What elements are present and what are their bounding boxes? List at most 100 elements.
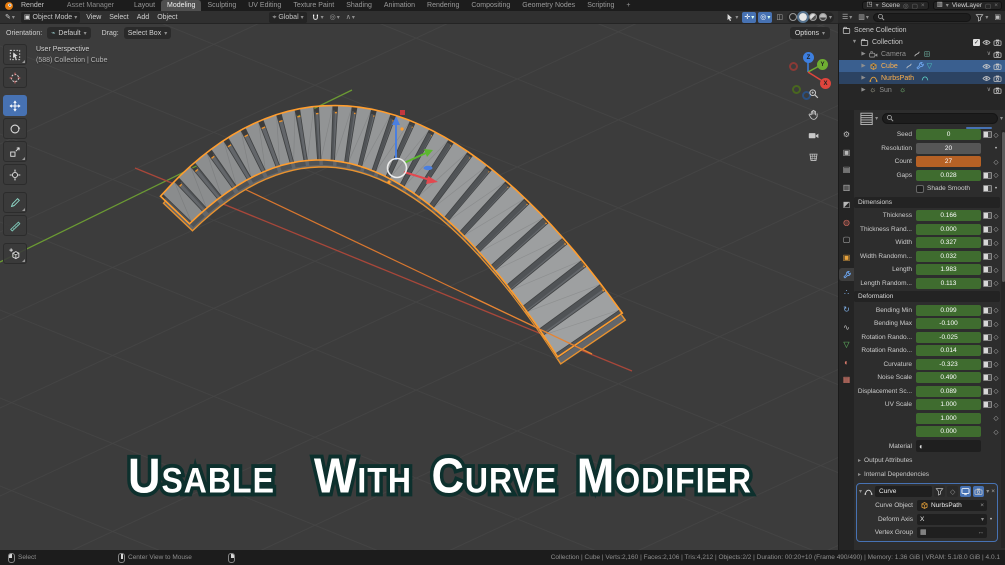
properties-tab-output[interactable]: ▤ <box>839 163 854 176</box>
properties-tab-tool[interactable]: ⚙ <box>839 128 854 141</box>
tool-rotate[interactable] <box>3 118 27 139</box>
properties-tab-material[interactable]: ◐ <box>839 356 854 369</box>
decorator-icon[interactable] <box>983 239 992 246</box>
viewport-menu-view[interactable]: View <box>82 14 105 21</box>
outliner-row-cube[interactable]: ▶Cube▽ <box>839 60 1005 72</box>
camera-toggle-button[interactable] <box>993 50 1002 59</box>
gizmo-axis-y[interactable]: Y <box>817 59 828 70</box>
outliner-row-scene-collection[interactable]: Scene Collection <box>839 24 1005 36</box>
zoom-icon[interactable] <box>808 88 819 99</box>
new-layer-icon[interactable]: ▢ <box>985 2 991 10</box>
eye-closed-button[interactable]: ∨ <box>987 51 991 57</box>
mode-selector[interactable]: ▣ Object Mode▾ <box>21 12 80 23</box>
tool-transform[interactable] <box>3 164 27 185</box>
material-shading-button[interactable] <box>809 13 817 21</box>
decorator-icon[interactable] <box>983 172 992 179</box>
modifier-close-icon[interactable]: × <box>991 488 995 495</box>
workspace-tab-geometry-nodes[interactable]: Geometry Nodes <box>516 0 581 11</box>
value-slider[interactable]: -0.100 <box>916 318 981 329</box>
outliner-row-camera[interactable]: ▶Camera∨ <box>839 48 1005 60</box>
shading-dropdown[interactable]: ▾ <box>829 14 832 21</box>
gizmo-axis-x[interactable]: X <box>820 78 831 89</box>
collection-checkbox[interactable]: ✓ <box>973 39 980 46</box>
wireframe-shading-button[interactable] <box>789 13 797 21</box>
tool-add-cube[interactable] <box>3 243 27 264</box>
menu-render[interactable]: Render <box>16 0 51 11</box>
orientation-dropdown[interactable]: ⌁ Default▾ <box>47 27 90 39</box>
value-slider[interactable]: 1.983 <box>916 264 981 275</box>
workspace-tab-scripting[interactable]: Scripting <box>581 0 620 11</box>
workspace-tab-layout[interactable]: Layout <box>128 0 161 11</box>
eye-closed-button[interactable]: ∨ <box>987 87 991 93</box>
eye-button[interactable] <box>982 62 991 71</box>
outliner-display-mode-button[interactable]: ▥▾ <box>856 12 871 23</box>
properties-filter-dropdown[interactable]: ▾ <box>1000 115 1003 122</box>
ortho-grid-icon[interactable] <box>808 151 819 162</box>
overlays-toggle[interactable]: ◎▾ <box>758 12 772 23</box>
workspace-tab-modeling[interactable]: Modeling <box>161 0 201 11</box>
navigation-gizmo[interactable]: ZYX <box>775 46 835 104</box>
properties-tab-texture[interactable]: ▦ <box>839 373 854 386</box>
decorator-icon[interactable] <box>983 307 992 314</box>
properties-search-input[interactable] <box>882 113 998 124</box>
workspace-tab-uv-editing[interactable]: UV Editing <box>242 0 287 11</box>
drag-dropdown[interactable]: Select Box▾ <box>124 27 171 39</box>
decorator-icon[interactable] <box>983 253 992 260</box>
modifier-expand-icon[interactable]: ▾ <box>859 488 862 495</box>
value-slider[interactable]: 0.000 <box>916 224 981 235</box>
workspace-tab-shading[interactable]: Shading <box>340 0 378 11</box>
properties-scrollbar[interactable] <box>1001 130 1005 548</box>
collapse-section[interactable]: ▸Output Attributes <box>854 455 1002 466</box>
viewport-menu-select[interactable]: Select <box>105 14 132 21</box>
modifier-cage-toggle[interactable]: ◇ <box>947 486 958 497</box>
properties-tab-world[interactable]: ◍ <box>839 216 854 229</box>
value-slider[interactable]: -0.025 <box>916 332 981 343</box>
decorator-icon[interactable] <box>983 334 992 341</box>
section-header[interactable]: Dimensions <box>854 197 1000 208</box>
viewport-3d[interactable]: Orientation: ⌁ Default▾ Drag: Select Box… <box>0 24 838 550</box>
viewport-menu-object[interactable]: Object <box>153 14 181 21</box>
properties-tab-constraints[interactable]: ∿ <box>839 321 854 334</box>
pin-icon[interactable]: ◎ <box>903 2 909 10</box>
expander-icon[interactable]: ▶ <box>860 51 867 57</box>
snap-toggle[interactable]: ▾ <box>309 12 326 23</box>
tool-measure[interactable] <box>3 215 27 236</box>
value-slider[interactable]: 27 <box>916 156 981 167</box>
camera-toggle-button[interactable] <box>993 86 1002 95</box>
camera-toggle-button[interactable] <box>993 74 1002 83</box>
gizmo-axis-neg[interactable] <box>789 62 798 71</box>
decorator-icon[interactable] <box>983 212 992 219</box>
modifier-name-field[interactable]: Curve <box>875 486 932 497</box>
value-slider[interactable]: 1.000 <box>916 413 981 424</box>
decorator-icon[interactable] <box>983 347 992 354</box>
properties-tab-object[interactable]: ▣ <box>839 251 854 264</box>
value-slider[interactable]: 0.089 <box>916 386 981 397</box>
value-slider[interactable]: 0 <box>916 129 981 140</box>
modifier-field-deform-axis[interactable]: X▾ <box>917 514 987 525</box>
tool-annotate[interactable] <box>3 192 27 213</box>
collapse-section[interactable]: ▸Internal Dependencies <box>854 469 1002 480</box>
value-slider[interactable]: 0.099 <box>916 305 981 316</box>
modifier-field-vertex-group[interactable]: ▦↔ <box>917 527 987 538</box>
properties-tab-particles[interactable]: ∴ <box>839 286 854 299</box>
decorator-icon[interactable] <box>983 361 992 368</box>
tool-scale[interactable] <box>3 141 27 162</box>
proportional-edit-toggle[interactable]: ◎▾ <box>328 12 342 23</box>
decorator-icon[interactable] <box>983 401 992 408</box>
workspace-tab-animation[interactable]: Animation <box>378 0 421 11</box>
outliner-editor-type-button[interactable]: ☰▾ <box>840 12 854 23</box>
eye-button[interactable] <box>982 74 991 83</box>
value-slider[interactable]: -0.323 <box>916 359 981 370</box>
value-slider[interactable]: 0.490 <box>916 372 981 383</box>
value-slider[interactable]: 20 <box>916 143 981 154</box>
value-slider[interactable]: 0.028 <box>916 170 981 181</box>
modifier-field-curve-object[interactable]: NurbsPath× <box>917 500 987 511</box>
transform-orientation[interactable]: ⌖ Global▾ <box>269 12 306 23</box>
editor-type-button[interactable]: ✎▾ <box>3 12 17 23</box>
gizmo-axis-neg[interactable] <box>792 85 801 94</box>
value-slider[interactable]: 0.327 <box>916 237 981 248</box>
value-slider[interactable]: 0.113 <box>916 278 981 289</box>
gizmo-axis-z[interactable]: Z <box>803 52 814 63</box>
value-slider[interactable]: 0.032 <box>916 251 981 262</box>
delete-scene-icon[interactable]: × <box>921 2 925 9</box>
